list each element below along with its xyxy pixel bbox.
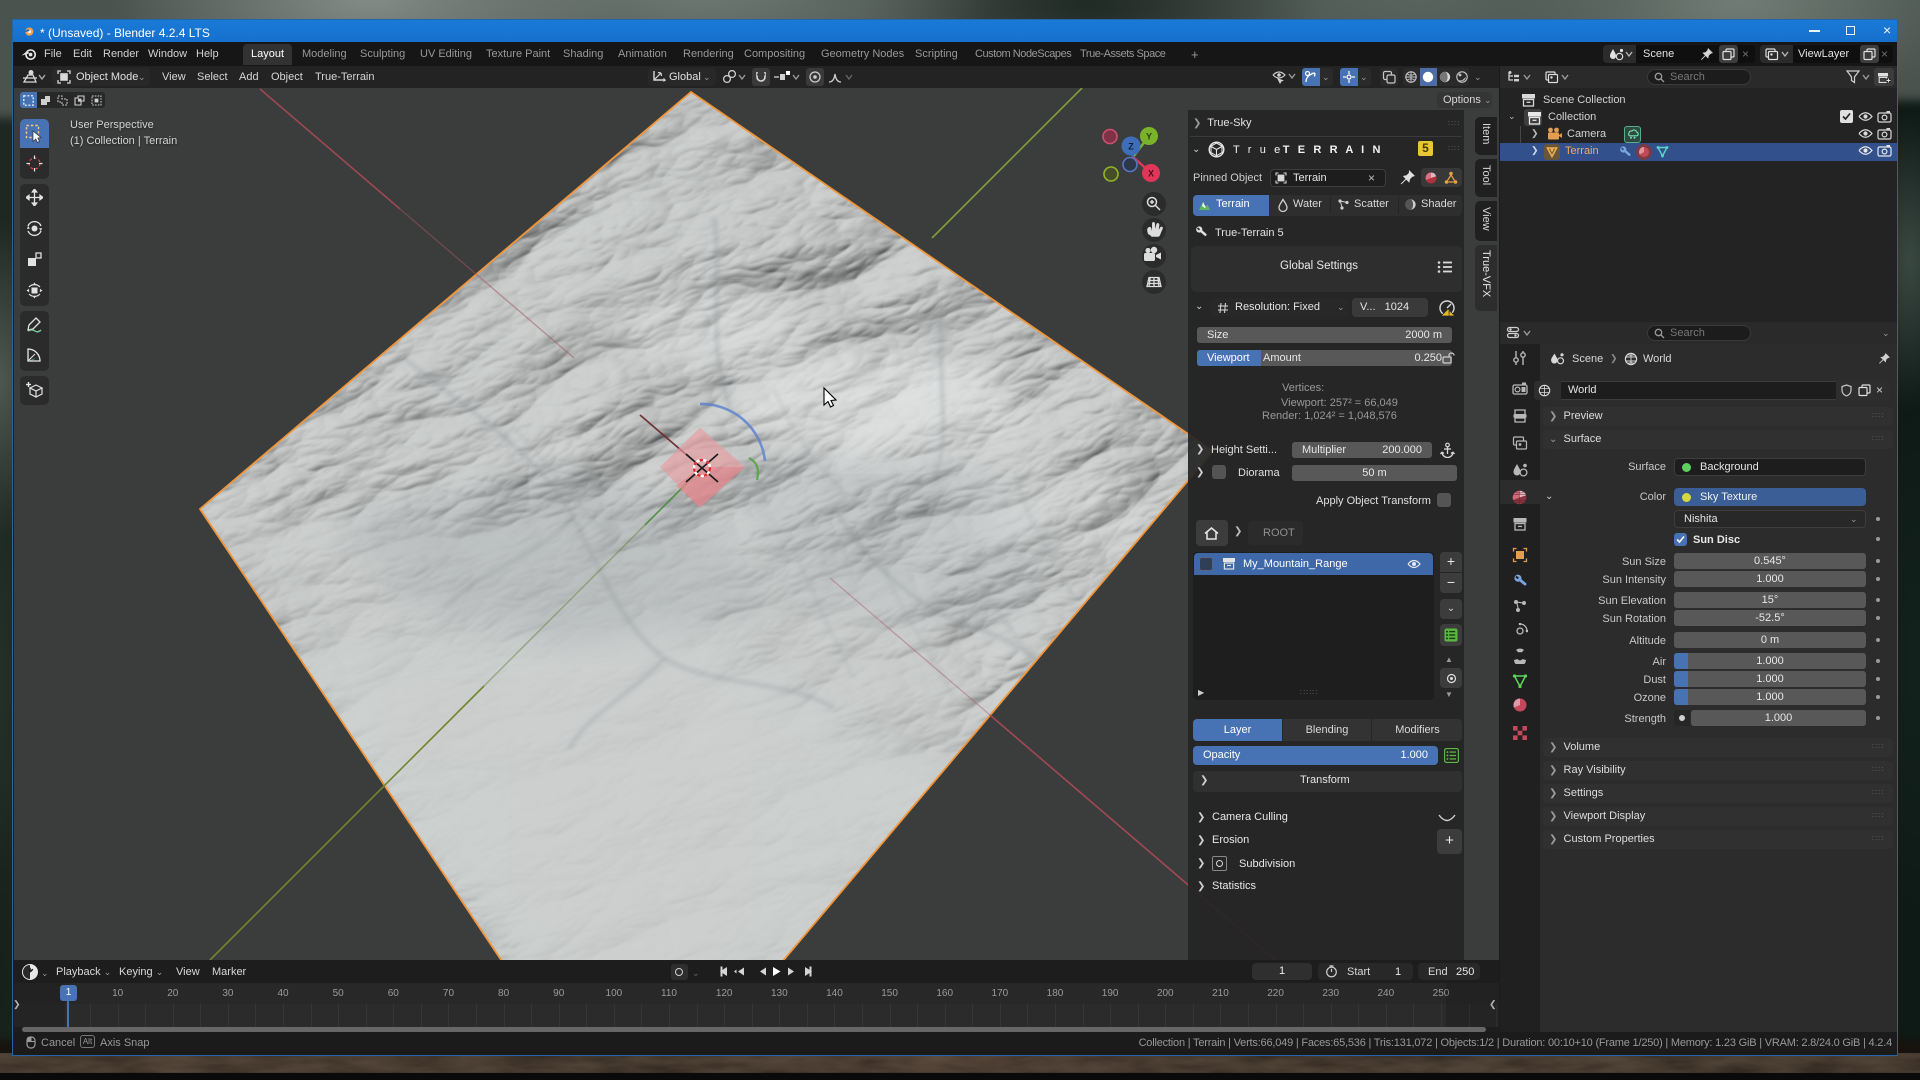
svg-text:!: ! bbox=[1448, 310, 1450, 317]
svg-text:Y: Y bbox=[1146, 132, 1152, 142]
svg-text:Z: Z bbox=[1128, 142, 1134, 152]
svg-text:X: X bbox=[1148, 169, 1154, 179]
